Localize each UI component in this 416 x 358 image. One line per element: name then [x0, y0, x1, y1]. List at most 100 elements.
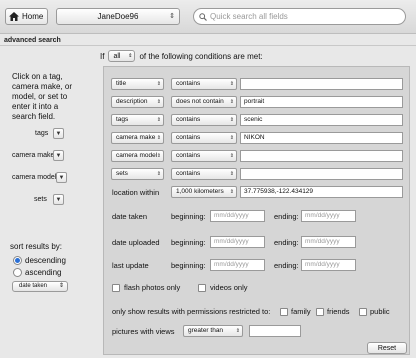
family-checkbox[interactable]	[280, 308, 288, 316]
house-icon	[9, 12, 19, 21]
operator-value: contains	[176, 152, 201, 159]
sort-label: sort results by:	[10, 242, 63, 251]
last-update-label: last update	[112, 261, 149, 270]
condition-value-input[interactable]	[240, 150, 403, 162]
radio-ascending[interactable]: ascending	[13, 268, 61, 277]
friends-label: friends	[327, 307, 350, 316]
date-taken-label: date taken	[112, 212, 148, 221]
chevron-updown-icon: ⇕	[235, 328, 240, 334]
chevron-down-icon: ▼	[55, 130, 62, 137]
permissions-label: only show results with permissions restr…	[112, 307, 271, 316]
views-label: pictures with views	[112, 327, 175, 336]
operator-value: contains	[176, 134, 201, 141]
videos-label: videos only	[210, 283, 248, 292]
chevron-updown-icon: ⇕	[128, 53, 133, 59]
field-select[interactable]: tags ⇕	[111, 114, 164, 126]
quick-search-input[interactable]: Quick search all fields	[193, 8, 406, 25]
condition-value-input[interactable]: portrait	[240, 96, 403, 108]
public-checkbox[interactable]	[359, 308, 367, 316]
chevron-updown-icon: ⇕	[156, 117, 161, 123]
operator-select[interactable]: contains ⇕	[171, 150, 237, 162]
operator-select[interactable]: does not contain ⇕	[171, 96, 237, 108]
date-uploaded-end-input[interactable]: mm/dd/yyyy	[301, 236, 356, 248]
radio-dot	[13, 256, 22, 265]
chevron-updown-icon: ⇕	[156, 81, 161, 87]
field-value: tags	[116, 116, 129, 123]
sets-menu-button[interactable]: ▼	[53, 194, 64, 205]
operator-select[interactable]: contains ⇕	[171, 78, 237, 90]
field-select[interactable]: camera make ⇕	[111, 132, 164, 144]
beginning-label: beginning:	[171, 212, 206, 221]
reset-button[interactable]: Reset	[367, 342, 407, 354]
date-taken-end-input[interactable]: mm/dd/yyyy	[301, 210, 356, 222]
camera-model-menu-button[interactable]: ▼	[56, 172, 67, 183]
camera-make-label: camera make	[12, 152, 55, 159]
condition-value-input[interactable]	[240, 78, 403, 90]
match-prefix: If	[100, 51, 105, 61]
last-update-begin-input[interactable]: mm/dd/yyyy	[210, 259, 265, 271]
chevron-updown-icon: ⇕	[229, 81, 234, 87]
section-title: advanced search	[4, 37, 61, 44]
public-label: public	[370, 307, 390, 316]
beginning-label: beginning:	[171, 238, 206, 247]
views-input[interactable]	[249, 325, 301, 337]
date-uploaded-begin-input[interactable]: mm/dd/yyyy	[210, 236, 265, 248]
match-row: If all ⇕ of the following conditions are …	[100, 50, 263, 62]
field-value: description	[116, 98, 148, 105]
chevron-down-icon: ▼	[55, 152, 62, 159]
sort-field-select[interactable]: date taken ⇕	[12, 281, 68, 292]
flash-checkbox[interactable]	[112, 284, 120, 292]
sets-label: sets	[34, 196, 47, 203]
search-placeholder: Quick search all fields	[210, 12, 288, 21]
field-value: camera make	[116, 134, 156, 141]
distance-value: 1,000 kilometers	[176, 188, 224, 195]
condition-value-input[interactable]: scenic	[240, 114, 403, 126]
chevron-updown-icon: ⇕	[229, 135, 234, 141]
field-value: camera model	[116, 152, 158, 159]
chevron-down-icon: ▼	[55, 196, 62, 203]
field-select[interactable]: description ⇕	[111, 96, 164, 108]
radio-dot	[13, 268, 22, 277]
camera-model-label: camera model	[12, 174, 57, 181]
chevron-updown-icon: ⇕	[156, 99, 161, 105]
flash-label: flash photos only	[124, 283, 181, 292]
radio-descending[interactable]: descending	[13, 256, 66, 265]
views-operator-value: greater than	[188, 327, 224, 334]
field-select[interactable]: camera model ⇕	[111, 150, 164, 162]
date-taken-begin-input[interactable]: mm/dd/yyyy	[210, 210, 265, 222]
family-label: family	[291, 307, 311, 316]
home-button[interactable]: Home	[5, 8, 48, 25]
operator-select[interactable]: contains ⇕	[171, 168, 237, 180]
camera-make-menu-button[interactable]: ▼	[53, 150, 64, 161]
chevron-updown-icon: ⇕	[229, 117, 234, 123]
match-select[interactable]: all ⇕	[108, 50, 136, 62]
field-select[interactable]: title ⇕	[111, 78, 164, 90]
field-select[interactable]: sets ⇕	[111, 168, 164, 180]
home-label: Home	[22, 12, 44, 21]
views-operator-select[interactable]: greater than ⇕	[183, 325, 243, 337]
location-input[interactable]: 37.775938,-122.434129	[240, 186, 403, 198]
operator-value: does not contain	[176, 98, 224, 105]
chevron-down-icon: ▼	[58, 174, 65, 181]
last-update-end-input[interactable]: mm/dd/yyyy	[301, 259, 356, 271]
conditions-panel: title ⇕ contains ⇕ description ⇕ does not c…	[103, 66, 410, 355]
match-suffix: of the following conditions are met:	[139, 51, 263, 61]
operator-select[interactable]: contains ⇕	[171, 114, 237, 126]
condition-value-input[interactable]: NIKON	[240, 132, 403, 144]
radio-label: ascending	[25, 268, 62, 277]
videos-checkbox[interactable]	[198, 284, 206, 292]
beginning-label: beginning:	[171, 261, 206, 270]
tags-menu-button[interactable]: ▼	[53, 128, 64, 139]
operator-value: contains	[176, 170, 201, 177]
distance-select[interactable]: 1,000 kilometers ⇕	[171, 186, 237, 198]
sort-value: date taken	[19, 283, 48, 289]
operator-select[interactable]: contains ⇕	[171, 132, 237, 144]
user-select[interactable]: JaneDoe96 ⇕	[56, 8, 180, 25]
user-name: JaneDoe96	[97, 12, 139, 21]
friends-checkbox[interactable]	[316, 308, 324, 316]
chevron-updown-icon: ⇕	[229, 189, 234, 195]
condition-value-input[interactable]	[240, 168, 403, 180]
chevron-updown-icon: ⇕	[229, 153, 234, 159]
divider	[0, 45, 416, 46]
ending-label: ending:	[274, 238, 299, 247]
